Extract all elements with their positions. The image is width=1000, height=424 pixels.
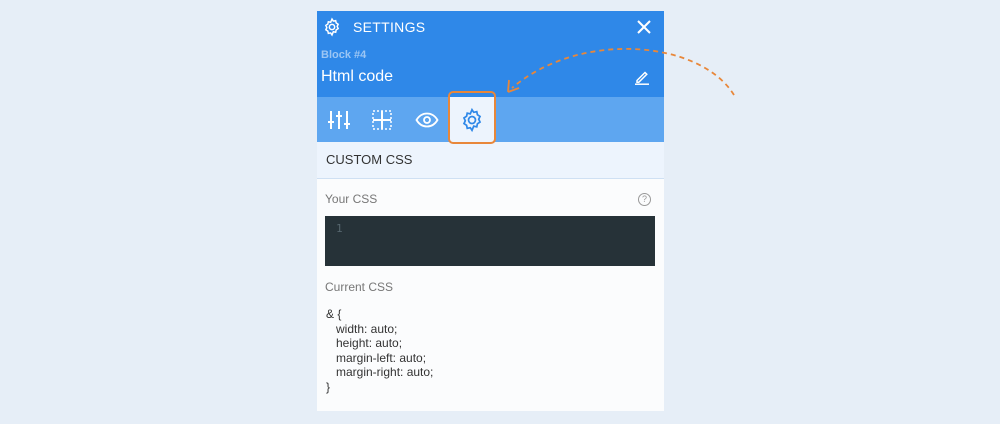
eye-icon bbox=[415, 112, 439, 127]
settings-panel: SETTINGS Block #4 Html code CUSTOM CSS Y… bbox=[317, 11, 664, 411]
tab-highlight-frame bbox=[448, 91, 496, 144]
tab-layout[interactable] bbox=[360, 97, 404, 142]
close-icon[interactable] bbox=[636, 19, 652, 35]
help-icon[interactable]: ? bbox=[638, 193, 651, 206]
sliders-icon bbox=[328, 110, 350, 129]
custom-css-section: CUSTOM CSS bbox=[317, 142, 664, 179]
pencil-icon[interactable] bbox=[634, 69, 650, 85]
gear-icon bbox=[324, 17, 340, 37]
layout-grid-icon bbox=[372, 109, 392, 130]
block-name: Html code bbox=[321, 68, 394, 85]
tab-visibility[interactable] bbox=[405, 97, 449, 142]
current-css-code: & { width: auto; height: auto; margin-le… bbox=[326, 307, 434, 394]
tab-style[interactable] bbox=[317, 97, 361, 142]
settings-header: SETTINGS Block #4 Html code bbox=[317, 11, 664, 97]
css-editor[interactable]: 1 bbox=[325, 216, 655, 266]
settings-title: SETTINGS bbox=[353, 19, 426, 35]
current-css-label: Current CSS bbox=[325, 280, 394, 294]
block-id: Block #4 bbox=[321, 49, 367, 61]
line-number: 1 bbox=[336, 222, 343, 235]
your-css-label: Your CSS bbox=[325, 192, 378, 206]
